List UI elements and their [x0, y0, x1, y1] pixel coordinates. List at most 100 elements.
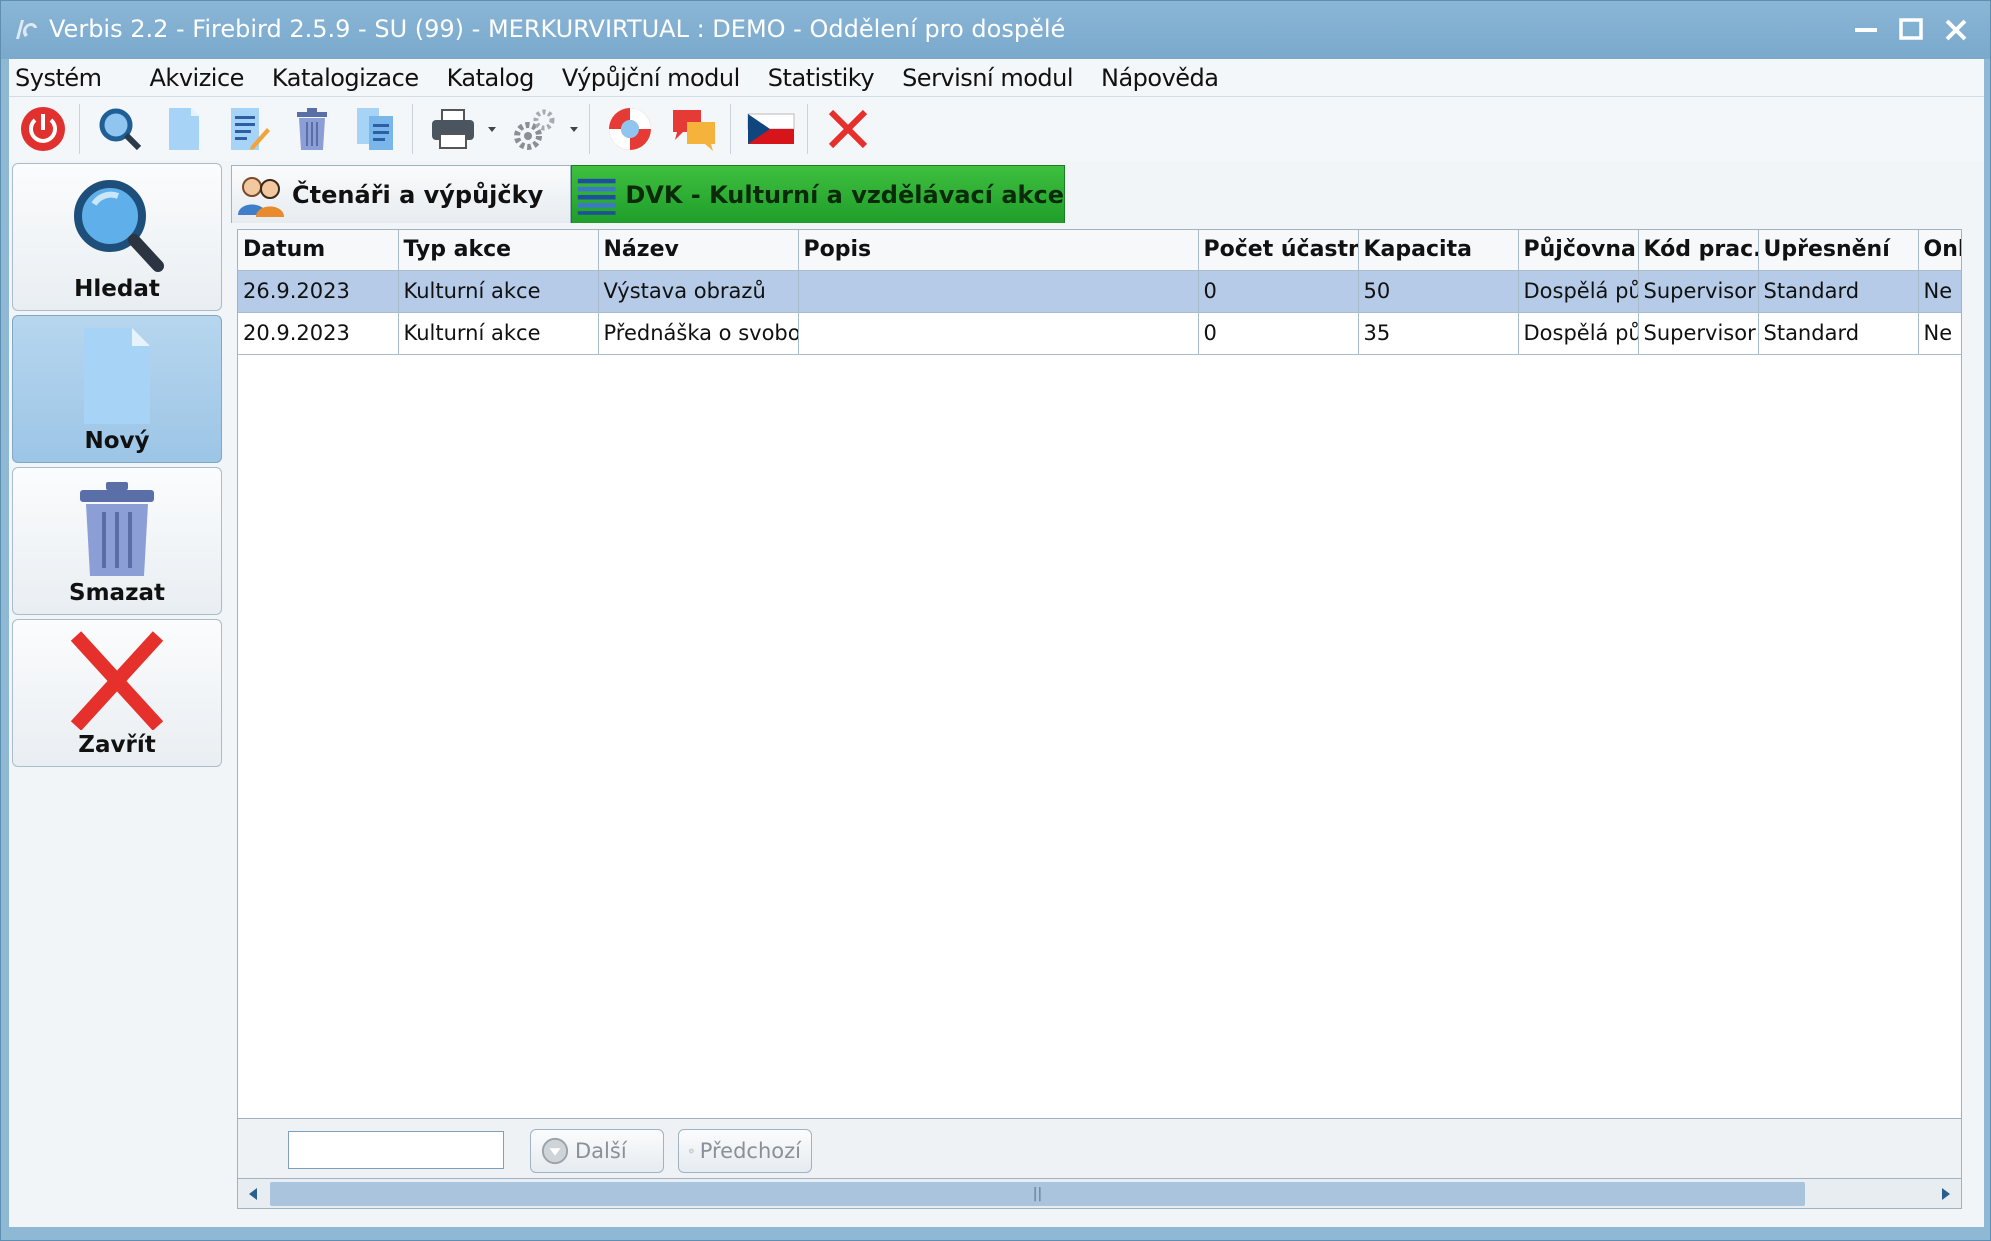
- search-side-label: Hledat: [74, 276, 160, 302]
- toolbar-separator: [730, 104, 731, 154]
- column-header-popis[interactable]: Popis: [798, 230, 1199, 271]
- cell-pujcovna[interactable]: Dospělá půjčovna: [1518, 312, 1639, 355]
- table-row[interactable]: 26.9.2023 Kulturní akce Výstava obrazů 0…: [238, 270, 1961, 313]
- side-panel: Hledat Nový Smazat Zavřít: [9, 161, 227, 1227]
- new-toolbar-button[interactable]: [154, 100, 214, 158]
- chat-toolbar-button[interactable]: [664, 100, 724, 158]
- column-header-upresneni[interactable]: Upřesnění: [1758, 230, 1919, 271]
- previous-label: Předchozí: [699, 1139, 801, 1163]
- tab-events[interactable]: DVK - Kulturní a vzdělávací akce: [571, 165, 1065, 223]
- table-row[interactable]: 20.9.2023 Kulturní akce Přednáška o svob…: [238, 312, 1961, 355]
- cell-nazev[interactable]: Výstava obrazů: [598, 270, 799, 313]
- cell-kapacita[interactable]: 35: [1358, 312, 1519, 355]
- toolbar-separator: [807, 104, 808, 154]
- cell-typ-akce[interactable]: Kulturní akce: [398, 270, 599, 313]
- grid-search-bar: Další Předchozí: [237, 1119, 1962, 1179]
- menu-katalog[interactable]: Katalog: [433, 64, 548, 92]
- chevron-down-icon: [488, 127, 496, 132]
- edit-toolbar-button[interactable]: [218, 100, 278, 158]
- new-side-button[interactable]: Nový: [12, 315, 222, 463]
- power-icon: [21, 107, 65, 151]
- delete-side-button[interactable]: Smazat: [12, 467, 222, 615]
- language-toolbar-button[interactable]: [741, 100, 801, 158]
- previous-button[interactable]: Předchozí: [678, 1129, 812, 1173]
- settings-dropdown-button[interactable]: [565, 100, 583, 158]
- search-toolbar-button[interactable]: [90, 100, 150, 158]
- scroll-left-button[interactable]: [238, 1179, 268, 1209]
- menu-vypujcni-modul[interactable]: Výpůjční modul: [548, 64, 754, 92]
- delete-toolbar-button[interactable]: [282, 100, 342, 158]
- events-grid: Datum Typ akce Název Popis Počet účastní…: [237, 229, 1962, 1119]
- toolbar-separator: [79, 104, 80, 154]
- users-icon: [238, 176, 284, 217]
- copy-toolbar-button[interactable]: [346, 100, 406, 158]
- cell-kod-prac[interactable]: Supervisor: [1638, 312, 1759, 355]
- close-toolbar-button[interactable]: [818, 100, 878, 158]
- next-label: Další: [575, 1139, 627, 1163]
- print-dropdown-button[interactable]: [483, 100, 501, 158]
- menu-akvizice[interactable]: Akvizice: [136, 64, 258, 92]
- menu-servisni-modul[interactable]: Servisní modul: [888, 64, 1087, 92]
- events-table: Datum Typ akce Název Popis Počet účastní…: [238, 230, 1961, 355]
- cell-online[interactable]: Ne: [1918, 312, 1961, 355]
- close-icon: [70, 631, 164, 730]
- tab-events-label: DVK - Kulturní a vzdělávací akce: [625, 180, 1064, 209]
- toolbar: [9, 97, 1984, 161]
- app-window: Verbis 2.2 - Firebird 2.5.9 - SU (99) - …: [0, 0, 1991, 1241]
- new-document-icon: [84, 328, 150, 424]
- next-button[interactable]: Další: [530, 1129, 664, 1173]
- edit-icon: [231, 108, 270, 150]
- column-header-kod-prac[interactable]: Kód prac.: [1638, 230, 1759, 271]
- scroll-thumb[interactable]: ||: [270, 1182, 1805, 1206]
- cell-kapacita[interactable]: 50: [1358, 270, 1519, 313]
- column-header-pujcovna[interactable]: Půjčovna: [1518, 230, 1639, 271]
- column-header-datum[interactable]: Datum: [238, 230, 399, 271]
- scroll-right-button[interactable]: [1931, 1179, 1961, 1209]
- menu-system[interactable]: Systém: [9, 64, 136, 92]
- cell-datum[interactable]: 20.9.2023: [238, 312, 399, 355]
- maximize-button[interactable]: [1894, 13, 1928, 47]
- search-icon: [99, 108, 142, 151]
- close-window-button[interactable]: [1939, 13, 1973, 47]
- column-header-online[interactable]: Online: [1918, 230, 1961, 271]
- menu-katalogizace[interactable]: Katalogizace: [258, 64, 433, 92]
- chevron-down-icon: [570, 127, 578, 132]
- cell-kod-prac[interactable]: Supervisor: [1638, 270, 1759, 313]
- list-icon: [577, 178, 616, 215]
- cell-popis[interactable]: [798, 270, 1199, 313]
- column-header-typ-akce[interactable]: Typ akce: [398, 230, 599, 271]
- title-bar[interactable]: Verbis 2.2 - Firebird 2.5.9 - SU (99) - …: [1, 1, 1990, 59]
- horizontal-scrollbar[interactable]: ||: [237, 1179, 1962, 1209]
- chat-icon: [673, 110, 715, 151]
- cell-upresneni[interactable]: Standard: [1758, 312, 1919, 355]
- cell-pocet-ucastniku[interactable]: 0: [1198, 270, 1359, 313]
- cell-pujcovna[interactable]: Dospělá půjčovna: [1518, 270, 1639, 313]
- toolbar-separator: [412, 104, 413, 154]
- cell-popis[interactable]: [798, 312, 1199, 355]
- cell-nazev[interactable]: Přednáška o svobodě: [598, 312, 799, 355]
- menu-statistiky[interactable]: Statistiky: [754, 64, 888, 92]
- help-toolbar-button[interactable]: [600, 100, 660, 158]
- cell-pocet-ucastniku[interactable]: 0: [1198, 312, 1359, 355]
- grid-search-input[interactable]: [288, 1131, 504, 1169]
- settings-toolbar-button[interactable]: [505, 100, 565, 158]
- tab-readers-label: Čtenáři a výpůjčky: [292, 180, 544, 209]
- cell-typ-akce[interactable]: Kulturní akce: [398, 312, 599, 355]
- tab-readers-loans[interactable]: Čtenáři a výpůjčky: [231, 165, 571, 223]
- search-side-button[interactable]: Hledat: [12, 163, 222, 311]
- search-icon: [74, 180, 164, 272]
- close-side-button[interactable]: Zavřít: [12, 619, 222, 767]
- menu-napoveda[interactable]: Nápověda: [1087, 64, 1233, 92]
- column-header-kapacita[interactable]: Kapacita: [1358, 230, 1519, 271]
- column-header-pocet-ucastniku[interactable]: Počet účastníků: [1198, 230, 1359, 271]
- cell-upresneni[interactable]: Standard: [1758, 270, 1919, 313]
- cell-online[interactable]: Ne: [1918, 270, 1961, 313]
- column-header-nazev[interactable]: Název: [598, 230, 799, 271]
- power-button[interactable]: [13, 100, 73, 158]
- minimize-button[interactable]: [1849, 13, 1883, 47]
- close-icon: [1945, 19, 1967, 41]
- trash-icon: [297, 108, 327, 150]
- print-toolbar-button[interactable]: [423, 100, 483, 158]
- app-logo-icon: [16, 20, 37, 39]
- cell-datum[interactable]: 26.9.2023: [238, 270, 399, 313]
